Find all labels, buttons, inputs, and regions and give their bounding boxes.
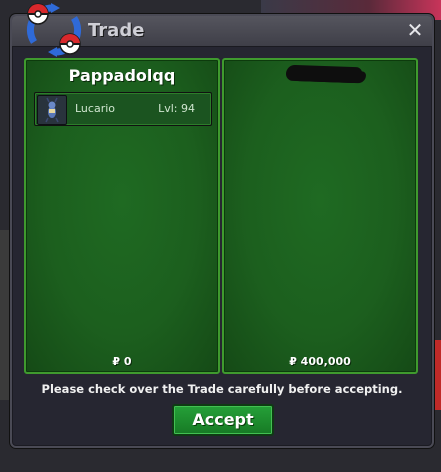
item-name: Lucario: [75, 102, 116, 115]
item-level: Lvl: 94: [158, 102, 195, 115]
pokeball-logo-icon: [26, 3, 82, 57]
trade-notice: Please check over the Trade carefully be…: [41, 382, 403, 396]
money-offer: ₽ 0: [112, 355, 132, 368]
lucario-sprite-icon: [37, 95, 67, 125]
trader-name: Pappadolqq: [68, 66, 176, 85]
accept-button[interactable]: Accept: [172, 404, 274, 436]
window-title: Trade: [88, 20, 145, 41]
my-offer-panel[interactable]: Pappadolqq Lucario Lvl: 94 ₽ 0: [24, 58, 220, 374]
trade-window: Trade ✕ Pappadolqq Lucario Lvl: 94 ₽ 0 ₽…: [10, 3, 434, 448]
trade-item[interactable]: Lucario Lvl: 94: [34, 92, 212, 126]
close-icon[interactable]: ✕: [404, 19, 426, 41]
money-offer: ₽ 400,000: [289, 355, 351, 368]
partner-offer-panel: ₽ 400,000: [222, 58, 418, 374]
redacted-trader-name: [285, 64, 363, 84]
